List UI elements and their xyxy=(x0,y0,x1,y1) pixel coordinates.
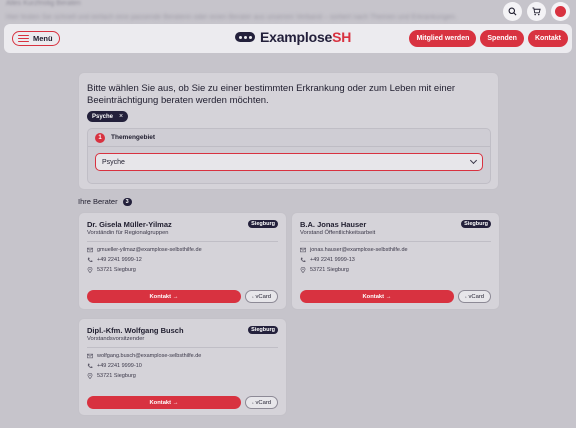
location-pin-icon xyxy=(87,373,93,379)
advisors-heading: Ihre Berater 3 xyxy=(78,197,132,206)
vcard-download-button[interactable]: vCard xyxy=(245,290,278,303)
advisor-phone[interactable]: +49 2241 9999-13 xyxy=(300,257,355,263)
advisor-contact-button[interactable]: Kontakt → xyxy=(300,290,454,303)
advisor-role: Vorstand Öffentlichkeitsarbeit xyxy=(300,230,376,236)
remove-chip-icon[interactable]: × xyxy=(119,113,123,120)
location-pin-icon xyxy=(87,267,93,273)
advisor-name: B.A. Jonas Hauser xyxy=(300,220,367,229)
advisor-address: 53721 Siegburg xyxy=(87,267,136,273)
card-divider xyxy=(87,241,278,242)
search-button[interactable] xyxy=(503,2,522,21)
topic-panel: Bitte wählen Sie aus, ob Sie zu einer be… xyxy=(78,72,499,190)
phone-icon xyxy=(300,257,306,263)
advisor-role: Vorständin für Regionalgruppen xyxy=(87,230,169,236)
mail-icon xyxy=(87,353,93,359)
cart-icon xyxy=(532,7,541,16)
site-logo[interactable]: ExamploseSH xyxy=(235,29,351,45)
menu-button[interactable]: Menü xyxy=(12,31,60,46)
vcard-download-button[interactable]: vCard xyxy=(245,396,278,409)
step-number: 1 xyxy=(95,132,105,143)
download-icon xyxy=(465,295,467,298)
phone-icon xyxy=(87,363,93,369)
download-icon xyxy=(252,295,254,298)
location-pin-icon xyxy=(300,267,306,273)
phone-icon xyxy=(87,257,93,263)
cart-button[interactable] xyxy=(527,2,546,21)
account-icon xyxy=(555,6,566,17)
become-member-button[interactable]: Mitglied werden xyxy=(409,30,477,47)
advisor-contact-button[interactable]: Kontakt → xyxy=(87,290,241,303)
advisor-phone[interactable]: +49 2241 9999-12 xyxy=(87,257,142,263)
search-icon xyxy=(508,7,517,16)
mail-icon xyxy=(300,247,306,253)
topic-select-value: Psyche xyxy=(102,158,125,166)
advisor-name: Dr. Gisela Müller-Yilmaz xyxy=(87,220,172,229)
logo-text-accent: SH xyxy=(332,29,352,45)
blurred-page-heading: Alles Kurzfristig Beraten xyxy=(6,0,81,7)
logo-text-main: Examplose xyxy=(260,29,333,45)
location-badge: Siegburg xyxy=(248,326,278,334)
advisor-phone[interactable]: +49 2241 9999-10 xyxy=(87,363,142,369)
advisor-contact-button[interactable]: Kontakt → xyxy=(87,396,241,409)
advisor-card: Dr. Gisela Müller-Yilmaz Vorständin für … xyxy=(78,212,287,310)
advisor-address: 53721 Siegburg xyxy=(300,267,349,273)
chevron-down-icon xyxy=(469,156,478,165)
site-header: Menü ExamploseSH Mitglied werden Spenden… xyxy=(4,24,572,53)
advisors-title: Ihre Berater xyxy=(78,197,118,206)
selected-topic-chip[interactable]: Psyche × xyxy=(87,111,129,122)
advisor-role: Vorstandsvorsitzender xyxy=(87,336,145,342)
advisors-count-badge: 3 xyxy=(122,197,132,206)
logo-mark-icon xyxy=(235,32,255,42)
chip-label: Psyche xyxy=(92,113,114,120)
topic-area-section: 1 Themengebiet Psyche xyxy=(87,128,491,184)
advisor-card: B.A. Jonas Hauser Vorstand Öffentlichkei… xyxy=(291,212,500,310)
top-bar: Alles Kurzfristig Beraten Hier finden Si… xyxy=(0,0,576,22)
menu-label: Menü xyxy=(33,34,53,43)
blurred-page-intro: Hier finden Sie schnell und einfach eine… xyxy=(6,14,457,21)
step-label: Themengebiet xyxy=(111,134,156,141)
advisor-email[interactable]: wolfgang.busch@examplose-selbsthilfe.de xyxy=(87,353,201,359)
card-divider xyxy=(87,347,278,348)
location-badge: Siegburg xyxy=(248,220,278,228)
contact-button[interactable]: Kontakt xyxy=(527,30,568,47)
advisor-address: 53721 Siegburg xyxy=(87,373,136,379)
topic-select[interactable]: Psyche xyxy=(95,153,483,171)
mail-icon xyxy=(87,247,93,253)
advisor-name: Dipl.-Kfm. Wolfgang Busch xyxy=(87,326,184,335)
donate-button[interactable]: Spenden xyxy=(480,30,524,47)
location-badge: Siegburg xyxy=(461,220,491,228)
vcard-download-button[interactable]: vCard xyxy=(458,290,491,303)
account-button[interactable] xyxy=(551,2,570,21)
advisor-email[interactable]: gmueller-yilmaz@examplose-selbsthilfe.de xyxy=(87,247,202,253)
hamburger-icon xyxy=(18,34,29,43)
card-divider xyxy=(300,241,491,242)
advisor-card: Dipl.-Kfm. Wolfgang Busch Vorstandsvorsi… xyxy=(78,318,287,416)
topic-instruction: Bitte wählen Sie aus, ob Sie zu einer be… xyxy=(87,83,456,106)
download-icon xyxy=(252,401,254,404)
advisor-email[interactable]: jonas.hauser@examplose-selbsthilfe.de xyxy=(300,247,408,253)
